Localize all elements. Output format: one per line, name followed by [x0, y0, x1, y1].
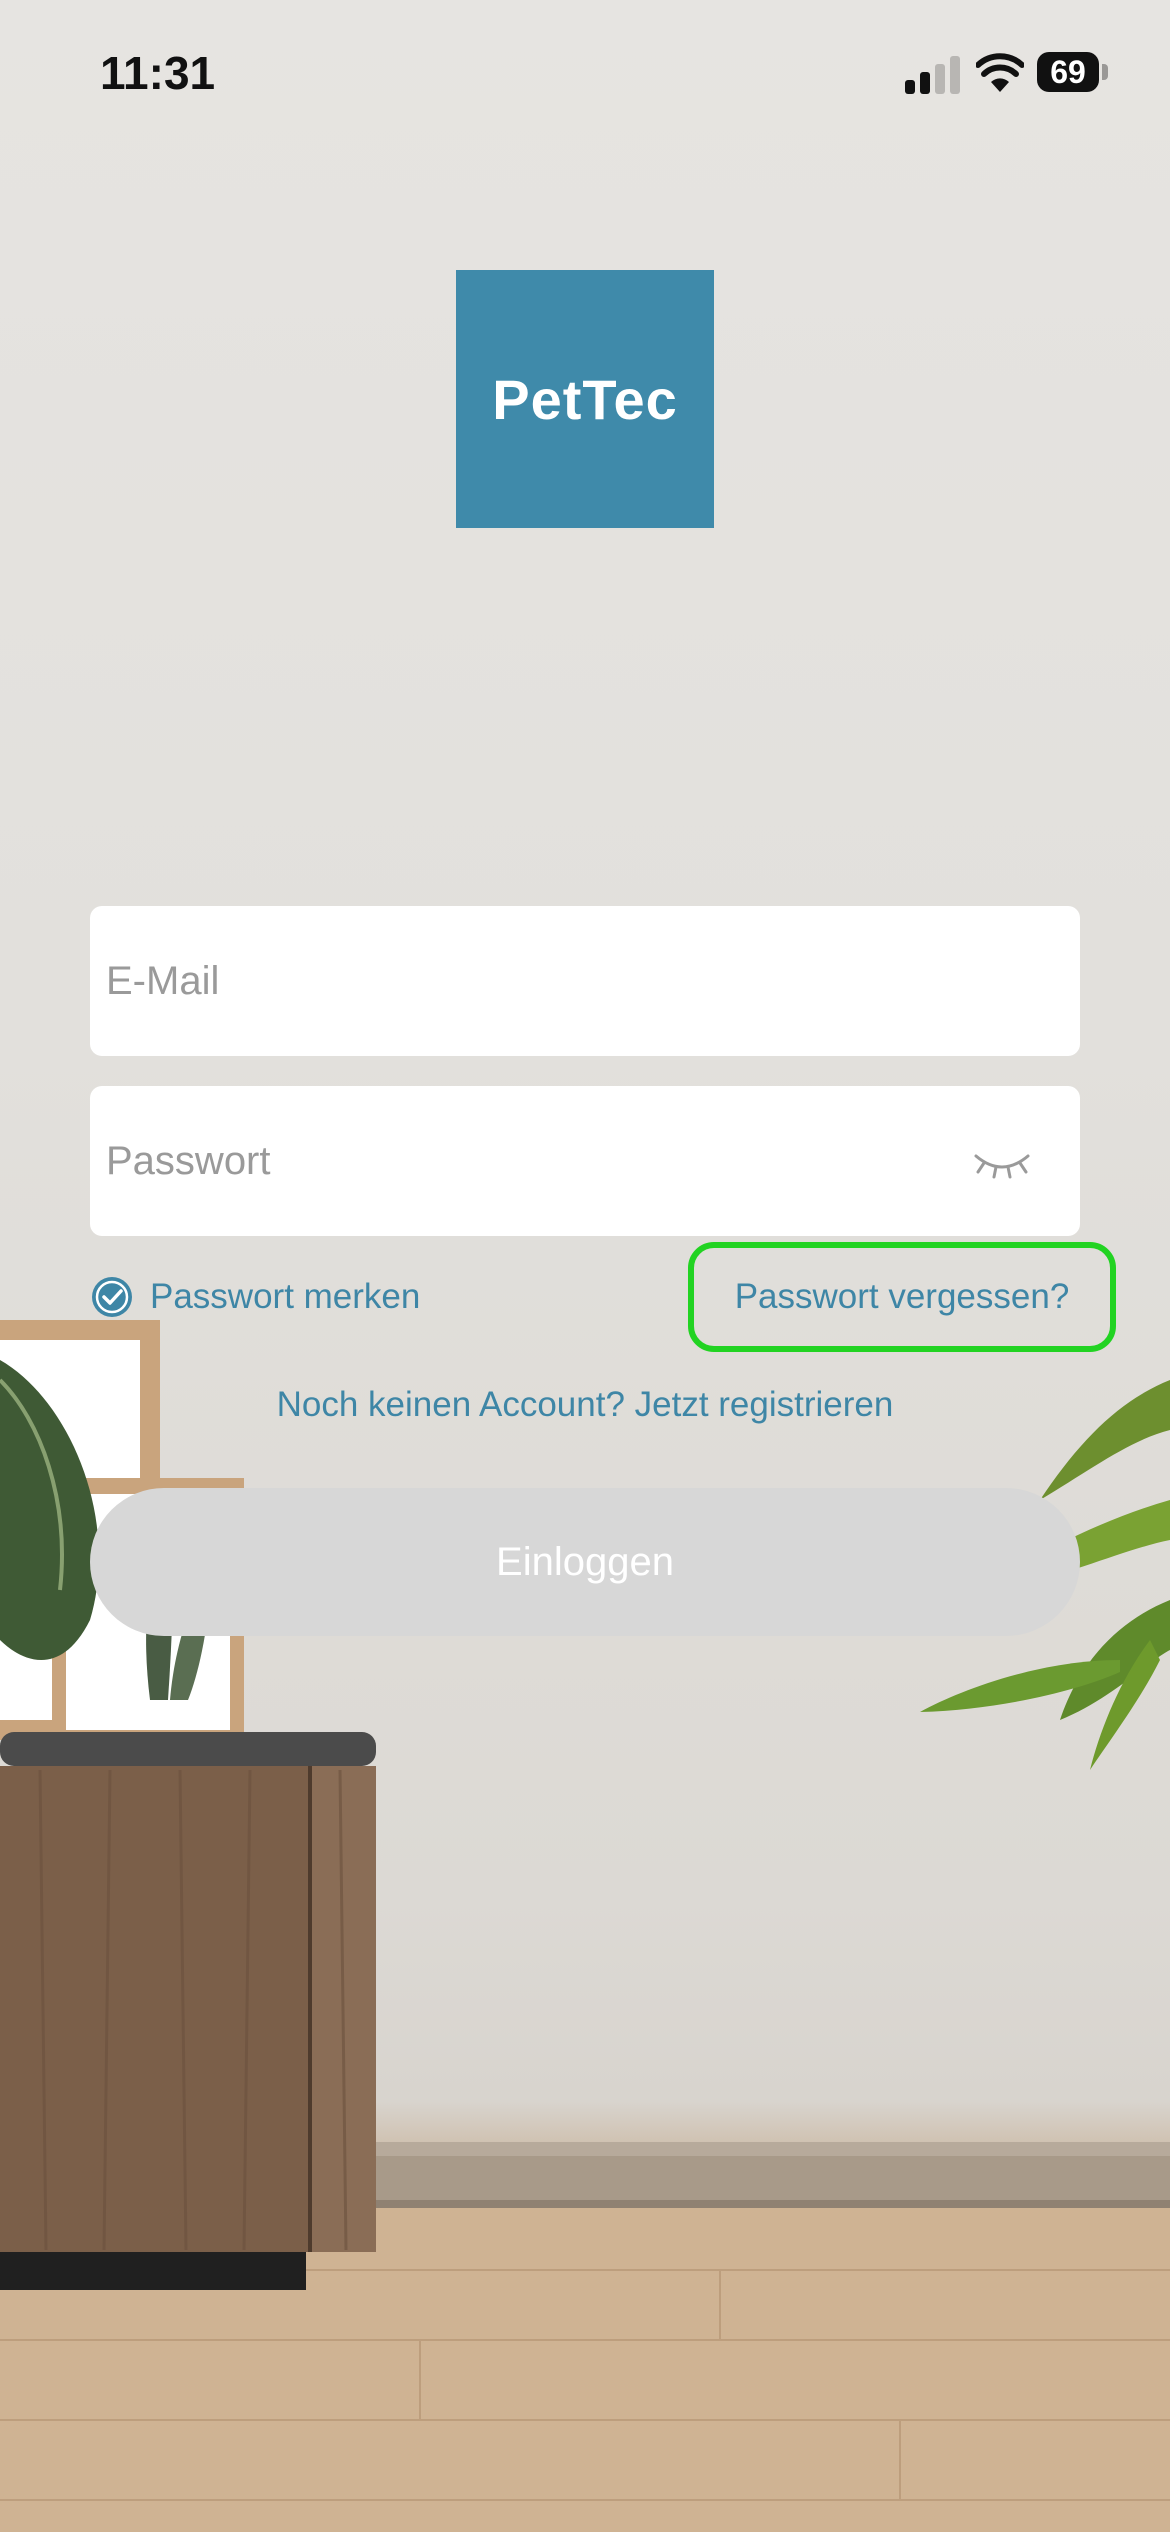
wifi-icon: [976, 53, 1024, 92]
login-button[interactable]: Einloggen: [90, 1488, 1080, 1636]
status-time: 11:31: [100, 47, 216, 99]
battery-cap: [1102, 64, 1108, 80]
battery-icon: 69: [1037, 52, 1099, 92]
signal-icon: [905, 54, 963, 94]
password-field[interactable]: [106, 1086, 1006, 1236]
logo-text: PetTec: [492, 367, 678, 431]
status-bar: 11:31 69: [0, 0, 1170, 150]
email-field[interactable]: [106, 906, 1006, 1056]
remember-password-toggle[interactable]: Passwort merken: [90, 1272, 420, 1322]
forgot-password-link[interactable]: Passwort vergessen?: [688, 1242, 1116, 1352]
register-link[interactable]: Noch keinen Account? Jetzt registrieren: [0, 1385, 1170, 1425]
password-field-container: [90, 1086, 1080, 1236]
remember-password-label: Passwort merken: [150, 1277, 421, 1316]
eye-closed-icon[interactable]: [970, 1136, 1034, 1186]
email-field-container: [90, 906, 1080, 1056]
app-logo: PetTec: [456, 270, 714, 528]
checkbox-checked-icon[interactable]: [90, 1275, 134, 1319]
